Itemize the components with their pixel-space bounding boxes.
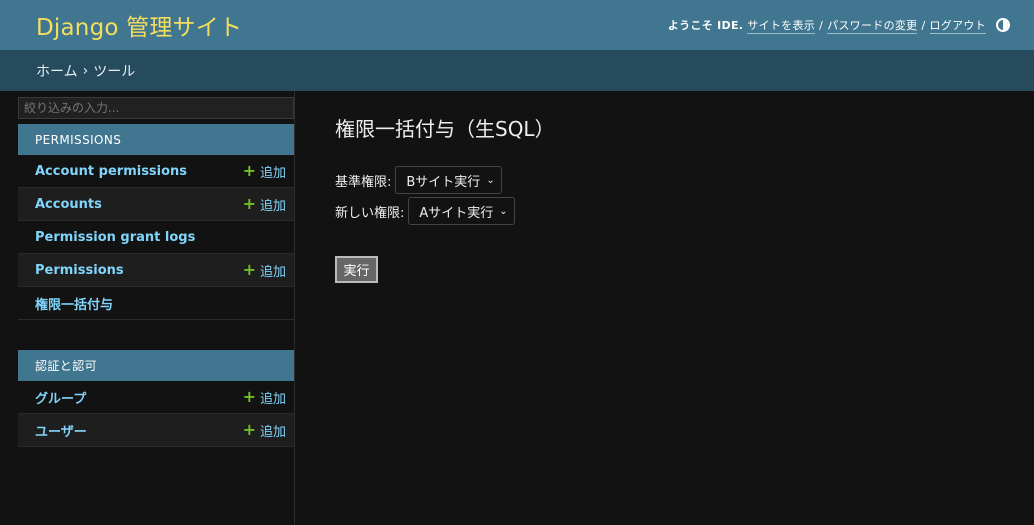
change-password-link[interactable]: パスワードの変更 (827, 17, 918, 34)
header: Django 管理サイト ようこそ IDE. サイトを表示 / パスワードの変更… (0, 0, 1034, 50)
add-link[interactable]: + 追加 (243, 261, 286, 280)
main: PERMISSIONS Account permissions +追加 Acco… (0, 91, 1034, 525)
add-link[interactable]: + 追加 (243, 162, 286, 181)
breadcrumb-current: ツール (93, 63, 136, 80)
add-label: 追加 (259, 391, 286, 407)
model-row: Permissions + 追加 (18, 254, 294, 287)
module-permissions: PERMISSIONS Account permissions + 追加 Acco… (18, 124, 294, 320)
model-link-users[interactable]: ユーザー (35, 421, 87, 440)
welcome-text: ようこそ IDE. (667, 19, 744, 32)
module-caption[interactable]: 認証と認可 (18, 350, 294, 381)
page-title: 権限一括付与（生SQL） (335, 117, 555, 141)
add-label: 追加 (259, 424, 286, 440)
new-permission-label: 新しい権限: (335, 205, 405, 221)
separator: / (921, 18, 926, 32)
view-site-link[interactable]: サイトを表示 (747, 17, 816, 34)
breadcrumb-separator: › (82, 62, 89, 79)
chevron-down-icon: ⌄ (486, 174, 495, 186)
nav-filter-input[interactable] (18, 97, 294, 119)
bulk-grant-form: 基準権限: Bサイト実行 ⌄ 新しい権限: Aサイト実行 ⌄ 実行 (335, 166, 555, 283)
breadcrumb: ホーム › ツール (0, 50, 1034, 91)
model-row: Accounts + 追加 (18, 188, 294, 221)
plus-icon: + (242, 161, 256, 180)
add-label: 追加 (259, 165, 286, 181)
nav-sidebar: PERMISSIONS Account permissions +追加 Acco… (0, 91, 295, 525)
add-link[interactable]: + 追加 (243, 388, 286, 407)
model-link-groups[interactable]: グループ (35, 388, 86, 407)
module-auth: 認証と認可 グループ + 追加 ユーザー + 追加 (18, 350, 294, 447)
logout-link[interactable]: ログアウト (929, 17, 986, 34)
theme-toggle-icon[interactable] (996, 18, 1010, 32)
chevron-down-icon: ⌄ (499, 205, 508, 217)
plus-icon: + (242, 387, 256, 406)
select-value: Bサイト実行 (406, 174, 481, 190)
site-name[interactable]: Django 管理サイト (36, 8, 242, 42)
model-link-accounts[interactable]: Accounts (35, 197, 102, 212)
model-link-account-permissions[interactable]: Account permissions (35, 164, 187, 179)
plus-icon: + (242, 194, 256, 213)
execute-button[interactable]: 実行 (335, 256, 378, 283)
module-caption[interactable]: PERMISSIONS (18, 124, 294, 155)
form-row-new-permission: 新しい権限: Aサイト実行 ⌄ (335, 197, 555, 225)
user-tools: ようこそ IDE. サイトを表示 / パスワードの変更 / ログアウト (668, 17, 1010, 34)
plus-icon: + (242, 420, 256, 439)
base-permission-select[interactable]: Bサイト実行 ⌄ (395, 166, 502, 194)
base-permission-label: 基準権限: (335, 174, 392, 190)
form-row-base-permission: 基準権限: Bサイト実行 ⌄ (335, 166, 555, 194)
content: 権限一括付与（生SQL） 基準権限: Bサイト実行 ⌄ 新しい権限: Aサイト実… (295, 91, 555, 525)
model-link-permission-grant-logs[interactable]: Permission grant logs (35, 230, 195, 245)
model-row: グループ + 追加 (18, 381, 294, 414)
model-link-bulk-grant[interactable]: 権限一括付与 (35, 294, 113, 313)
model-row: 権限一括付与 (18, 287, 294, 320)
model-link-permissions[interactable]: Permissions (35, 263, 124, 278)
new-permission-select[interactable]: Aサイト実行 ⌄ (408, 197, 515, 225)
breadcrumb-home[interactable]: ホーム (36, 61, 78, 81)
plus-icon: + (242, 260, 256, 279)
model-row: ユーザー + 追加 (18, 414, 294, 447)
add-label: 追加 (259, 264, 286, 280)
model-row: Permission grant logs (18, 221, 294, 254)
select-value: Aサイト実行 (419, 205, 494, 221)
separator: / (819, 18, 824, 32)
model-row: Account permissions + 追加 (18, 155, 294, 188)
add-link[interactable]: + 追加 (243, 195, 286, 214)
add-label: 追加 (259, 198, 286, 214)
add-link[interactable]: + 追加 (243, 421, 286, 440)
